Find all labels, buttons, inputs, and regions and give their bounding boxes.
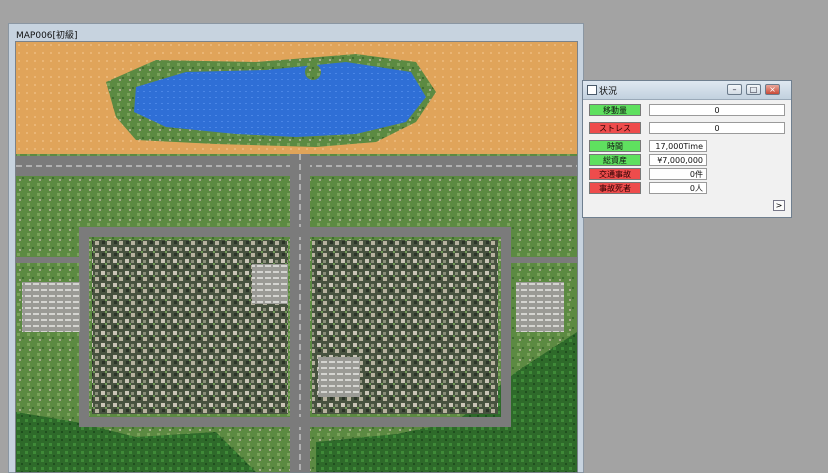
stat-label: 交通事故 xyxy=(589,168,641,180)
maximize-icon: □ xyxy=(749,85,758,94)
stat-value: 17,000Time xyxy=(649,140,707,152)
stat-label: 事故死者 xyxy=(589,182,641,194)
maximize-button[interactable]: □ xyxy=(746,84,761,95)
parking-lot xyxy=(318,357,360,397)
lake-island xyxy=(305,64,321,80)
stat-value: ¥7,000,000 xyxy=(649,154,707,166)
status-window-titlebar[interactable]: 状況 – □ × xyxy=(583,81,791,100)
parking-lot-west xyxy=(22,282,80,332)
side-road xyxy=(506,257,577,263)
stat-label: ストレス xyxy=(589,122,641,134)
status-window: 状況 – □ × 移動量 0 ストレス 0 時間 17,000Time 総資産 … xyxy=(582,80,792,218)
status-window-title: 状況 xyxy=(599,87,618,97)
map-window-title: MAP006[初級] xyxy=(16,31,78,41)
window-app-icon xyxy=(587,85,597,95)
parking-lot-east xyxy=(516,282,564,332)
expand-button[interactable]: > xyxy=(773,200,785,211)
minimize-icon: – xyxy=(732,85,737,94)
minimize-button[interactable]: – xyxy=(727,84,742,95)
stat-value: 0人 xyxy=(649,182,707,194)
close-button[interactable]: × xyxy=(765,84,780,95)
parking-lot xyxy=(252,264,288,304)
close-icon: × xyxy=(769,85,776,94)
stat-label: 時間 xyxy=(589,140,641,152)
stat-value: 0 xyxy=(649,104,785,116)
stat-value: 0 xyxy=(649,122,785,134)
stat-value: 0件 xyxy=(649,168,707,180)
city-map-graphic[interactable] xyxy=(16,42,577,472)
map-window: MAP006[初級] xyxy=(8,23,584,473)
stat-label: 総資産 xyxy=(589,154,641,166)
stat-label: 移動量 xyxy=(589,104,641,116)
city-map-view[interactable] xyxy=(15,41,578,473)
side-road xyxy=(16,257,84,263)
